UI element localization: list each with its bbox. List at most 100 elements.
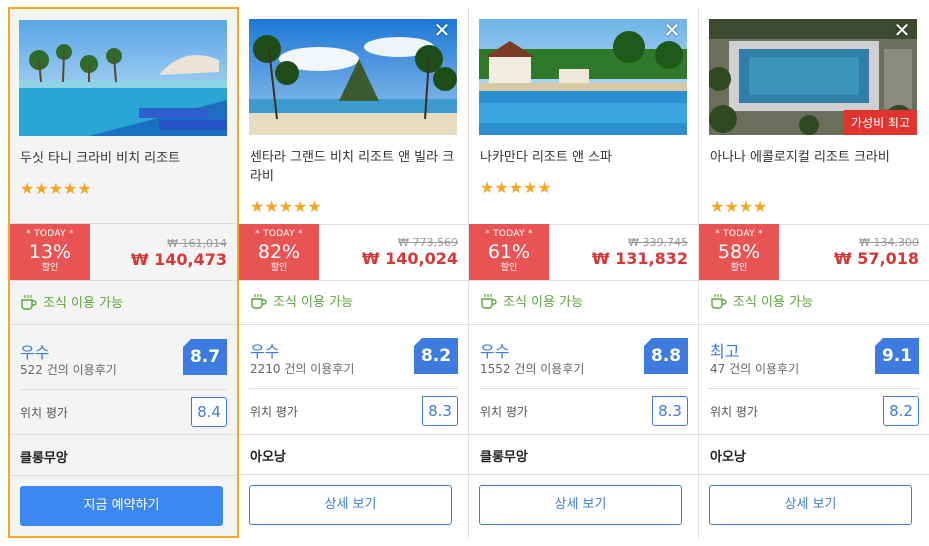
- today-label: * TODAY *: [485, 229, 533, 239]
- location-rating-label: 위치 평가: [710, 405, 758, 419]
- review-count[interactable]: 2210 건의 이용후기: [250, 360, 354, 377]
- best-value-badge: 가성비 최고: [843, 110, 917, 135]
- hotel-area: 클롱무앙: [480, 450, 528, 465]
- divider: [239, 434, 468, 435]
- discount-label: 할인: [270, 263, 288, 273]
- location-score: 8.3: [652, 396, 688, 426]
- location-score: 8.2: [883, 396, 919, 426]
- divider: [469, 280, 698, 281]
- divider: [699, 434, 929, 435]
- hotel-photo[interactable]: ✕: [479, 19, 687, 135]
- location-rating-label: 위치 평가: [20, 406, 68, 420]
- hotel-card[interactable]: ✕ 센타라 그랜드 비치 리조트 앤 빌라 크라비 ★★★★★ * TODAY …: [239, 8, 469, 538]
- discount-percent: 58%: [717, 241, 761, 263]
- discount-percent: 61%: [487, 241, 531, 263]
- view-details-button[interactable]: 상세 보기: [479, 485, 682, 525]
- hotel-card[interactable]: 두싯 타니 크라비 비치 리조트 ★★★★★ * TODAY * 13% 할인 …: [8, 7, 239, 538]
- location-score: 8.3: [422, 396, 458, 426]
- discount-percent: 82%: [257, 241, 301, 263]
- breakfast-label: 조식 이용 가능: [273, 295, 354, 310]
- view-details-button[interactable]: 상세 보기: [709, 485, 912, 525]
- hotel-area: 아오낭: [710, 450, 746, 465]
- divider: [239, 474, 468, 475]
- divider: [249, 388, 458, 389]
- discount-badge: * TODAY * 82% 할인: [239, 224, 319, 280]
- review-count[interactable]: 1552 건의 이용후기: [480, 360, 584, 377]
- divider: [10, 280, 237, 281]
- coffee-cup-icon: [481, 293, 497, 309]
- discount-label: 할인: [730, 263, 748, 273]
- today-label: * TODAY *: [715, 229, 763, 239]
- star-rating: ★★★★: [710, 197, 768, 216]
- divider: [479, 388, 688, 389]
- hotel-comparison-cards: 두싯 타니 크라비 비치 리조트 ★★★★★ * TODAY * 13% 할인 …: [8, 7, 929, 538]
- divider: [239, 280, 468, 281]
- divider: [469, 474, 698, 475]
- divider: [239, 324, 468, 325]
- discount-percent: 13%: [28, 241, 72, 263]
- review-score: 8.2: [414, 338, 458, 374]
- coffee-cup-icon: [251, 293, 267, 309]
- divider: [10, 434, 237, 435]
- coffee-cup-icon: [711, 293, 727, 309]
- hotel-name[interactable]: 센타라 그랜드 비치 리조트 앤 빌라 크라비: [250, 148, 455, 186]
- breakfast-label: 조식 이용 가능: [503, 295, 584, 310]
- discount-badge: * TODAY * 58% 할인: [699, 224, 779, 280]
- divider: [699, 474, 929, 475]
- discount-badge: * TODAY * 13% 할인: [10, 224, 90, 280]
- hotel-name[interactable]: 나카만다 리조트 앤 스파: [480, 148, 685, 167]
- divider: [20, 389, 227, 390]
- book-now-button[interactable]: 지금 예약하기: [20, 486, 223, 526]
- breakfast-info: 조식 이용 가능: [710, 291, 813, 310]
- review-grade: 최고: [710, 342, 740, 361]
- review-grade: 우수: [250, 342, 280, 361]
- review-grade: 우수: [480, 342, 510, 361]
- original-price: ₩ 134,300: [859, 236, 919, 249]
- breakfast-label: 조식 이용 가능: [43, 296, 124, 311]
- close-icon[interactable]: ✕: [893, 20, 911, 40]
- close-icon[interactable]: ✕: [663, 20, 681, 40]
- hotel-photo[interactable]: ✕ 가성비 최고: [709, 19, 917, 135]
- review-count[interactable]: 47 건의 이용후기: [710, 360, 799, 377]
- review-score: 8.8: [644, 338, 688, 374]
- hotel-card[interactable]: ✕ 가성비 최고 아나나 에콜로지컬 리조트 크라비 ★★★★ * TODAY …: [699, 8, 929, 538]
- discount-label: 할인: [500, 263, 518, 273]
- hotel-area: 아오낭: [250, 450, 286, 465]
- original-price: ₩ 773,569: [398, 236, 458, 249]
- original-price: ₩ 161,014: [167, 237, 227, 250]
- today-label: * TODAY *: [26, 229, 74, 239]
- close-icon[interactable]: ✕: [433, 20, 451, 40]
- divider: [469, 324, 698, 325]
- divider: [699, 280, 929, 281]
- breakfast-info: 조식 이용 가능: [20, 292, 123, 311]
- sale-price: ₩ 140,473: [130, 250, 227, 269]
- divider: [10, 324, 237, 325]
- hotel-photo[interactable]: ✕: [249, 19, 457, 135]
- hotel-name[interactable]: 두싯 타니 크라비 비치 리조트: [20, 149, 225, 168]
- sale-price: ₩ 57,018: [834, 249, 919, 268]
- breakfast-label: 조식 이용 가능: [733, 295, 814, 310]
- coffee-cup-icon: [21, 294, 37, 310]
- today-label: * TODAY *: [255, 229, 303, 239]
- divider: [469, 434, 698, 435]
- view-details-button[interactable]: 상세 보기: [249, 485, 452, 525]
- review-score: 9.1: [875, 338, 919, 374]
- divider: [699, 324, 929, 325]
- star-rating: ★★★★★: [480, 178, 552, 197]
- review-grade: 우수: [20, 343, 50, 362]
- hotel-photo[interactable]: [19, 20, 227, 136]
- original-price: ₩ 339,745: [628, 236, 688, 249]
- discount-label: 할인: [41, 263, 59, 273]
- hotel-area: 클롱무앙: [20, 451, 68, 466]
- hotel-card[interactable]: ✕ 나카만다 리조트 앤 스파 ★★★★★ * TODAY * 61% 할인 ₩…: [469, 8, 699, 538]
- divider: [709, 388, 919, 389]
- sale-price: ₩ 131,832: [591, 249, 688, 268]
- hotel-name[interactable]: 아나나 에콜로지컬 리조트 크라비: [710, 148, 915, 167]
- review-count[interactable]: 522 건의 이용후기: [20, 361, 117, 378]
- review-score: 8.7: [183, 339, 227, 375]
- star-rating: ★★★★★: [20, 179, 92, 198]
- location-score: 8.4: [191, 397, 227, 427]
- breakfast-info: 조식 이용 가능: [480, 291, 583, 310]
- star-rating: ★★★★★: [250, 197, 322, 216]
- breakfast-info: 조식 이용 가능: [250, 291, 353, 310]
